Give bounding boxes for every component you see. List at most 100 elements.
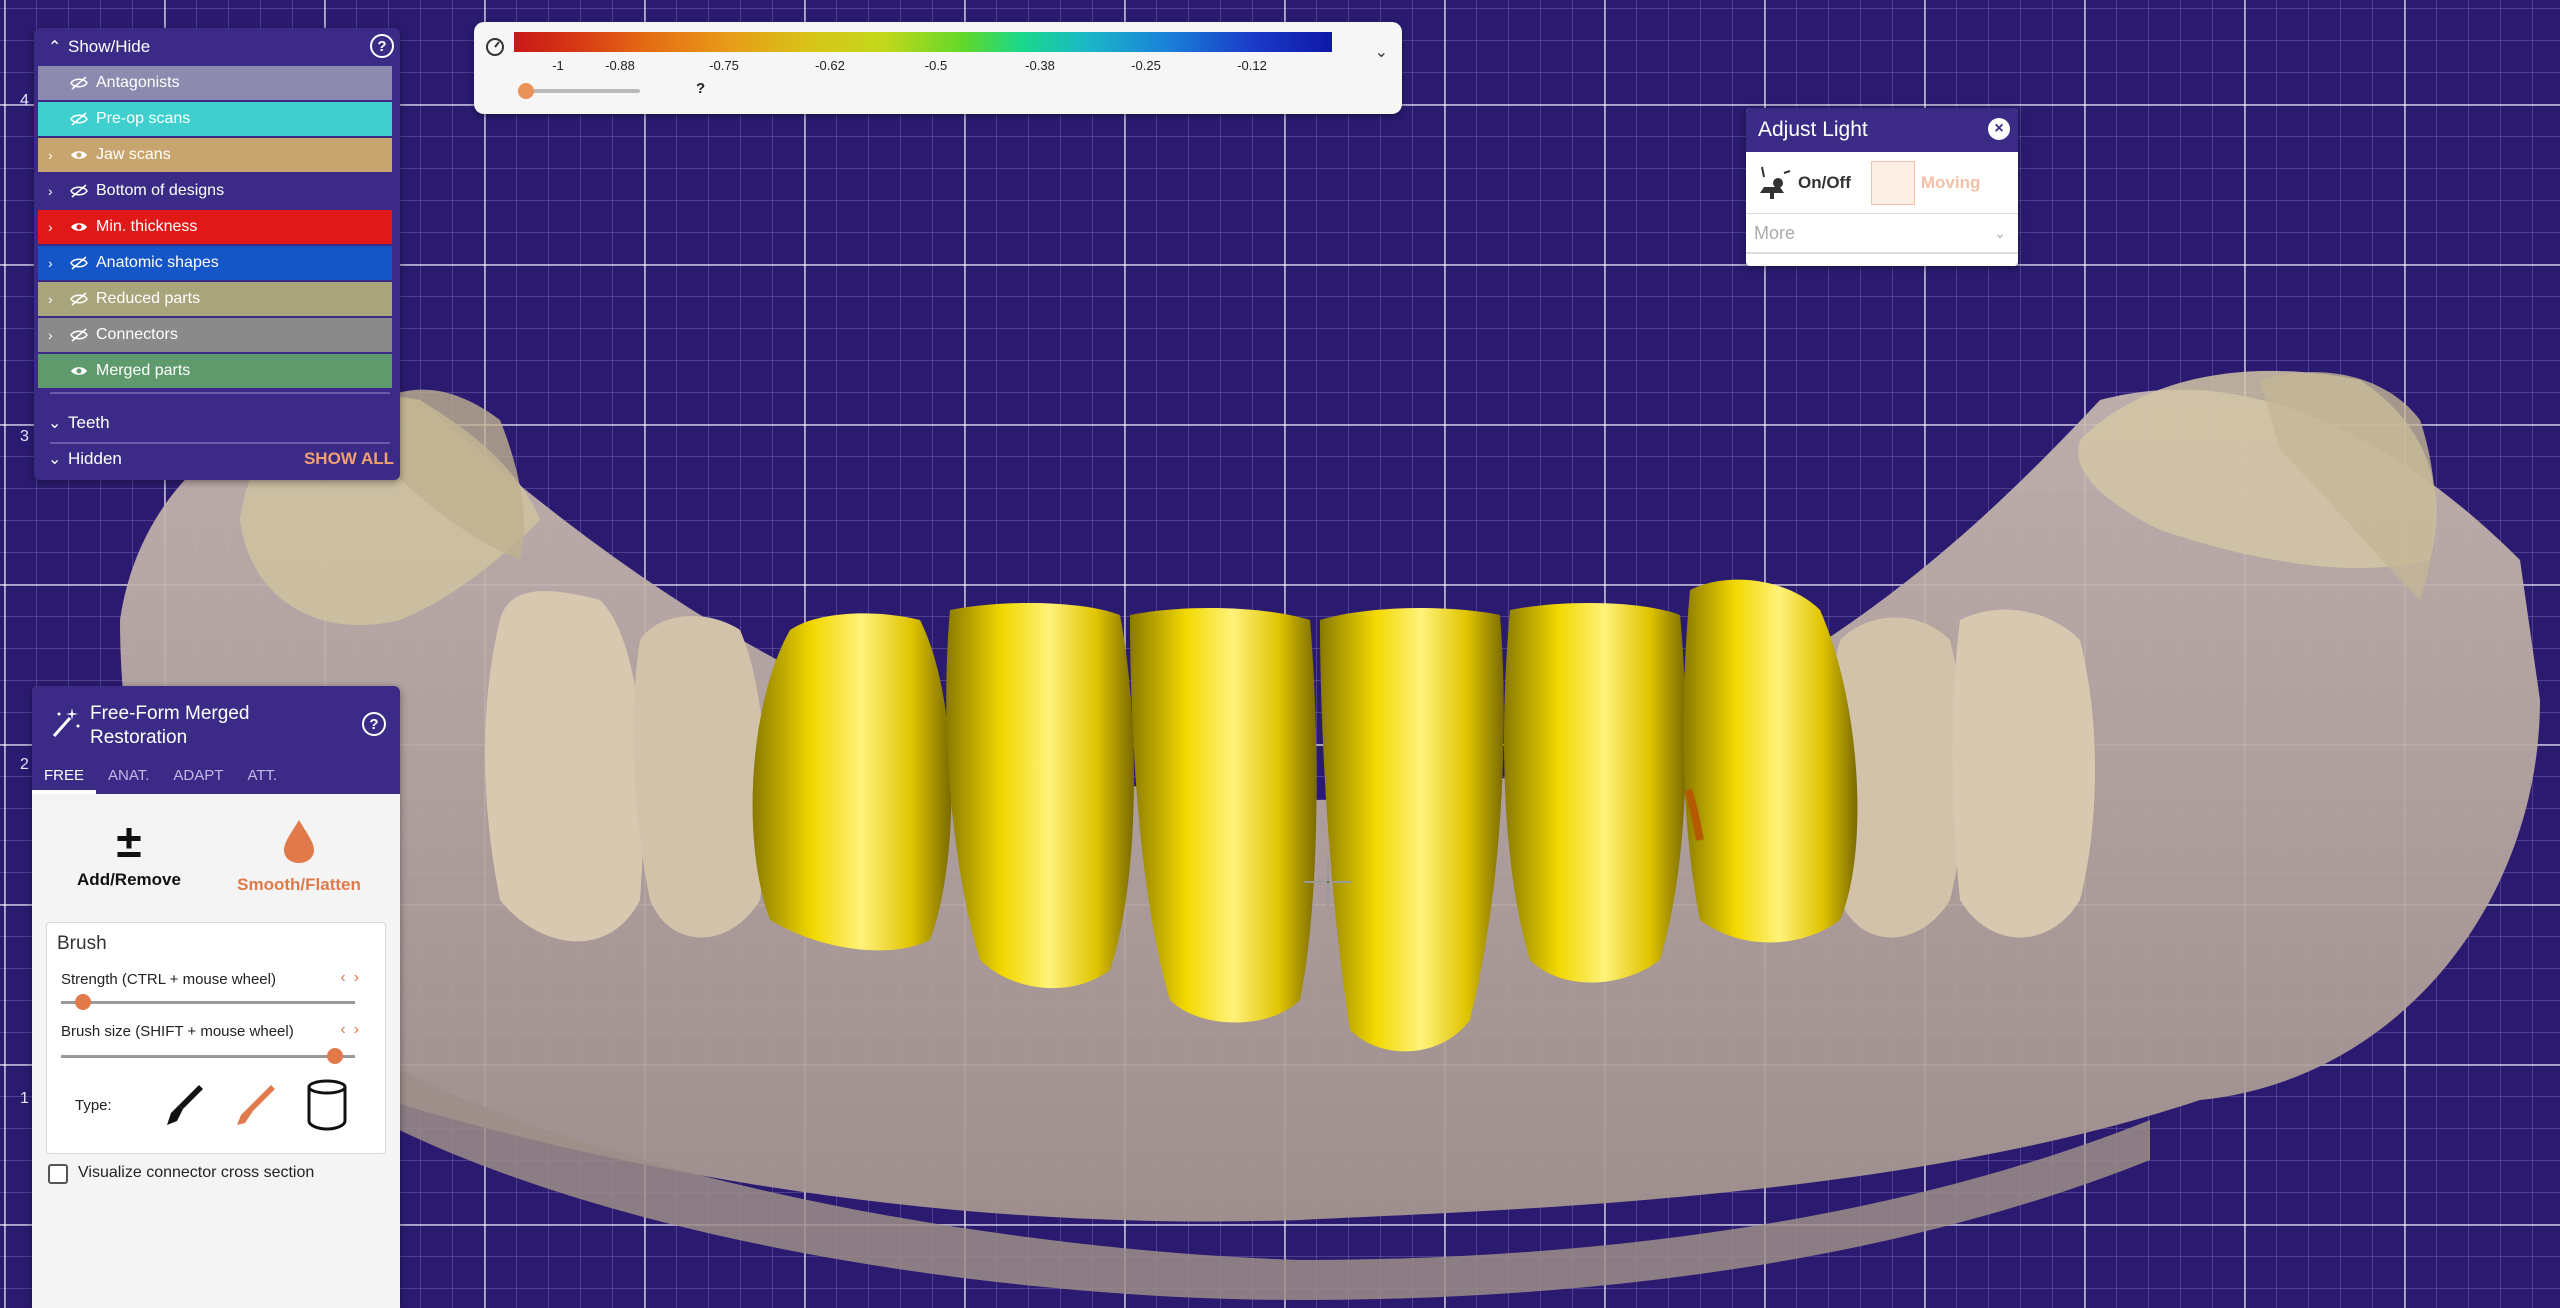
tab-free[interactable]: FREE [32, 762, 97, 794]
add-remove-label: Add/Remove [77, 870, 181, 889]
plus-minus-icon: ± [116, 815, 142, 867]
scale-value: ? [696, 80, 706, 97]
brush-size-slider-thumb[interactable] [327, 1048, 343, 1064]
scale-tick: -0.12 [1237, 58, 1267, 73]
eye-icon[interactable] [70, 220, 96, 234]
tab-anat[interactable]: ANAT. [96, 762, 161, 794]
layer-label: Connectors [96, 326, 178, 343]
brush-size-stepper-arrows[interactable]: ‹› [340, 1021, 367, 1039]
layer-antagonists[interactable]: Antagonists [38, 66, 392, 100]
strength-slider-thumb[interactable] [75, 994, 91, 1010]
chevron-down-icon: ⌄ [1994, 224, 2006, 241]
free-form-tabs: FREE ANAT. ADAPT ATT. [32, 762, 289, 794]
brush-settings: Brush Strength (CTRL + mouse wheel) ‹› B… [46, 922, 386, 1154]
show-hide-title: Show/Hide [68, 37, 151, 56]
cylinder-icon[interactable] [303, 1079, 351, 1131]
fine-brush-icon[interactable] [231, 1081, 279, 1129]
drop-icon [284, 820, 314, 863]
brush-type-label: Type: [75, 1097, 112, 1114]
divider [50, 392, 390, 394]
light-on-off-button[interactable]: On/Off [1754, 163, 1851, 203]
eye-off-icon[interactable] [70, 292, 96, 306]
add-remove-button[interactable]: ± Add/Remove [54, 818, 204, 890]
eye-off-icon[interactable] [70, 112, 96, 126]
brush-size-label: Brush size (SHIFT + mouse wheel) [61, 1023, 294, 1040]
adjust-light-panel: Adjust Light × On/Off Moving More ⌄ [1746, 108, 2018, 266]
adjust-light-header: Adjust Light × [1746, 108, 2018, 152]
strength-slider[interactable] [61, 994, 355, 1010]
strength-stepper-arrows[interactable]: ‹› [340, 969, 367, 987]
layer-label: Reduced parts [96, 290, 201, 307]
eye-icon[interactable] [70, 148, 96, 162]
teeth-label: Teeth [68, 413, 110, 432]
scale-slider-thumb[interactable] [518, 83, 534, 99]
lamp-icon [1760, 166, 1791, 199]
smooth-flatten-button[interactable]: Smooth/Flatten [224, 818, 374, 895]
chevron-right-icon[interactable]: › [48, 327, 70, 343]
visualize-connector-label: Visualize connector cross section [78, 1164, 315, 1181]
scale-tick: -0.62 [815, 58, 845, 73]
hidden-section[interactable]: ⌄ Hidden SHOW ALL [48, 442, 394, 476]
more-dropdown[interactable]: More ⌄ [1746, 214, 2018, 254]
scale-tick: -0.38 [1025, 58, 1055, 73]
chevron-down-icon: ⌄ [48, 451, 62, 468]
scale-tick: -0.75 [709, 58, 739, 73]
layer-min-thickness[interactable]: › Min. thickness [38, 210, 392, 244]
light-moving-button[interactable]: Moving [1870, 160, 1980, 205]
gauge-icon[interactable] [484, 36, 506, 58]
chevron-down-icon[interactable]: ⌄ [1375, 42, 1388, 62]
show-hide-header[interactable]: ⌃ Show/Hide [34, 28, 400, 66]
layer-label: Antagonists [96, 74, 180, 91]
layer-label: Pre-op scans [96, 110, 191, 127]
layer-anatomic-shapes[interactable]: › Anatomic shapes [38, 246, 392, 280]
layer-jaw-scans[interactable]: › Jaw scans [38, 138, 392, 172]
help-icon[interactable]: ? [370, 34, 394, 58]
on-off-label: On/Off [1798, 172, 1851, 192]
teeth-section[interactable]: ⌄ Teeth [48, 406, 394, 440]
magic-wand-icon [52, 708, 80, 737]
brush-size-slider[interactable] [61, 1048, 355, 1064]
eye-off-icon[interactable] [70, 184, 96, 198]
smooth-flatten-label: Smooth/Flatten [237, 875, 361, 894]
chevron-down-icon: ⌄ [48, 415, 62, 432]
layer-bottom-of-designs[interactable]: › Bottom of designs [38, 174, 392, 208]
layer-label: Anatomic shapes [96, 254, 219, 271]
chevron-right-icon[interactable]: › [48, 219, 70, 235]
scale-tick: -0.88 [605, 58, 635, 73]
layer-label: Jaw scans [96, 146, 171, 163]
show-all-button[interactable]: SHOW ALL [304, 449, 394, 469]
brush-title: Brush [57, 933, 107, 954]
layer-connectors[interactable]: › Connectors [38, 318, 392, 352]
eye-off-icon[interactable] [70, 256, 96, 270]
free-form-header: Free-Form Merged Restoration ? FREE ANAT… [32, 686, 400, 794]
moving-light-icon [1870, 160, 1915, 205]
tab-att[interactable]: ATT. [235, 762, 289, 794]
layer-pre-op-scans[interactable]: Pre-op scans [38, 102, 392, 136]
layer-reduced-parts[interactable]: › Reduced parts [38, 282, 392, 316]
chevron-right-icon[interactable]: › [48, 147, 70, 163]
tab-adapt[interactable]: ADAPT [161, 762, 235, 794]
layer-merged-parts[interactable]: Merged parts [38, 354, 392, 388]
visualize-connector-checkbox[interactable] [48, 1164, 68, 1184]
color-gradient-bar [514, 32, 1332, 52]
eye-off-icon[interactable] [70, 76, 96, 90]
chevron-up-icon: ⌃ [48, 39, 62, 56]
scale-tick: -0.25 [1131, 58, 1161, 73]
eye-off-icon[interactable] [70, 328, 96, 342]
brush-icon[interactable] [159, 1081, 207, 1129]
strength-label: Strength (CTRL + mouse wheel) [61, 971, 276, 988]
show-hide-panel: ⌃ Show/Hide ? Antagonists Pre-op scans ›… [34, 28, 400, 480]
scale-tick: -0.5 [924, 58, 948, 73]
layer-label: Merged parts [96, 362, 191, 379]
scale-slider[interactable] [518, 83, 640, 99]
close-icon[interactable]: × [1988, 118, 2010, 140]
thickness-color-scale: -1 -0.88 -0.75 -0.62 -0.5 -0.38 -0.25 -0… [474, 22, 1402, 114]
eye-icon[interactable] [70, 364, 96, 378]
hidden-label: Hidden [68, 449, 122, 468]
scale-tick: -1 [552, 58, 564, 73]
chevron-right-icon[interactable]: › [48, 255, 70, 271]
chevron-right-icon[interactable]: › [48, 291, 70, 307]
help-icon[interactable]: ? [362, 712, 386, 736]
layer-label: Min. thickness [96, 218, 198, 235]
chevron-right-icon[interactable]: › [48, 183, 70, 199]
